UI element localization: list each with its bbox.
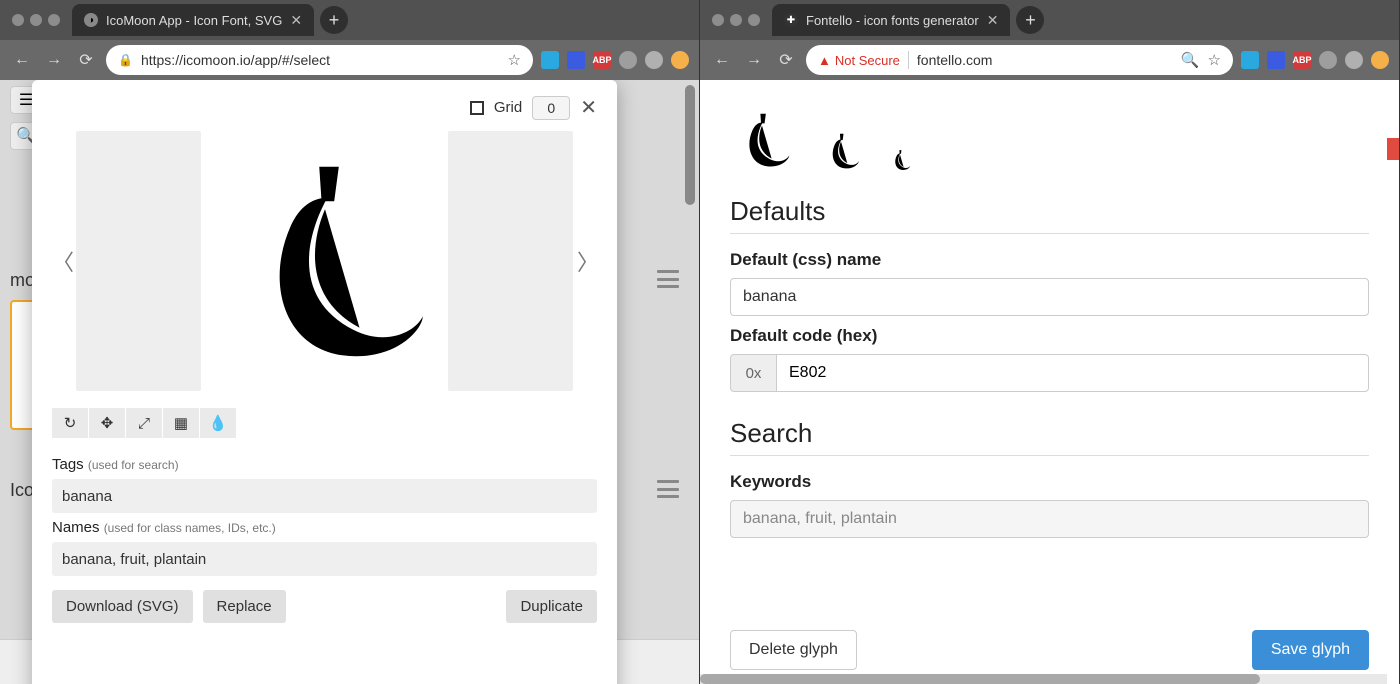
not-secure-label: ▲ Not Secure	[818, 53, 900, 68]
extension-icon[interactable]	[1319, 51, 1337, 69]
titlebar: ✚ Fontello - icon fonts generator ✕ +	[700, 0, 1399, 40]
preview-panel-left	[76, 131, 201, 391]
edit-tools: ↻ ✥ ⤢ ▦ 💧	[52, 408, 597, 438]
names-label: Names (used for class names, IDs, etc.)	[52, 519, 597, 536]
close-tab-icon[interactable]: ✕	[987, 12, 999, 29]
horizontal-scrollbar[interactable]	[700, 674, 1387, 684]
keywords-label: Keywords	[730, 472, 1369, 492]
background-strip	[1387, 138, 1399, 160]
extension-icon[interactable]	[1267, 51, 1285, 69]
window-controls[interactable]	[712, 14, 760, 26]
replace-button[interactable]: Replace	[203, 590, 286, 623]
browser-toolbar: ← → ⟳ 🔒 https://icomoon.io/app/#/select …	[0, 40, 699, 80]
titlebar: ◑ IcoMoon App - Icon Font, SVG ✕ +	[0, 0, 699, 40]
color-icon[interactable]: 💧	[200, 408, 236, 438]
new-tab-button[interactable]: +	[320, 6, 348, 34]
scale-icon[interactable]: ⤢	[126, 408, 162, 438]
scrollbar-thumb[interactable]	[700, 674, 1260, 684]
extension-icon[interactable]	[541, 51, 559, 69]
forward-button[interactable]: →	[42, 48, 66, 72]
url-text: https://icomoon.io/app/#/select	[141, 52, 500, 68]
fontello-window: ✚ Fontello - icon fonts generator ✕ + ← …	[700, 0, 1400, 684]
banana-icon-small	[888, 148, 912, 172]
address-bar[interactable]: 🔒 https://icomoon.io/app/#/select ☆	[106, 45, 533, 75]
code-label: Default code (hex)	[730, 326, 1369, 346]
delete-glyph-button[interactable]: Delete glyph	[730, 630, 857, 670]
fontello-glyph-panel: Defaults Default (css) name Default code…	[700, 80, 1399, 684]
keywords-input[interactable]	[730, 500, 1369, 538]
back-button[interactable]: ←	[10, 48, 34, 72]
search-heading: Search	[730, 418, 1369, 456]
abp-icon[interactable]: ABP	[1293, 51, 1311, 69]
back-button[interactable]: ←	[710, 48, 734, 72]
grid-checkbox[interactable]	[470, 101, 484, 115]
divider	[908, 51, 909, 69]
browser-tab[interactable]: ✚ Fontello - icon fonts generator ✕	[772, 4, 1010, 36]
close-modal-icon[interactable]: ✕	[580, 95, 597, 120]
icon-canvas[interactable]	[205, 131, 445, 391]
close-tab-icon[interactable]: ✕	[290, 12, 302, 29]
browser-toolbar: ← → ⟳ ▲ Not Secure fontello.com 🔍 ☆ ABP	[700, 40, 1399, 80]
icon-sizes-preview	[730, 108, 1369, 172]
code-input[interactable]	[776, 354, 1369, 392]
preview-panel-right	[448, 131, 573, 391]
favicon-icon: ◑	[84, 13, 98, 27]
tags-label: Tags (used for search)	[52, 456, 597, 473]
save-glyph-button[interactable]: Save glyph	[1252, 630, 1369, 670]
tab-title: IcoMoon App - Icon Font, SVG	[106, 13, 282, 28]
grid-label: Grid	[494, 99, 522, 116]
canvas-icon[interactable]: ▦	[163, 408, 199, 438]
prev-icon-button[interactable]: 〈	[52, 245, 72, 277]
css-name-input[interactable]	[730, 278, 1369, 316]
bookmark-icon[interactable]: ☆	[508, 51, 521, 69]
move-icon[interactable]: ✥	[89, 408, 125, 438]
extension-icon[interactable]	[1345, 51, 1363, 69]
icon-preview: 〈 〉	[52, 126, 597, 396]
bg-label: Ico	[10, 480, 34, 501]
extension-icon[interactable]	[619, 51, 637, 69]
download-svg-button[interactable]: Download (SVG)	[52, 590, 193, 623]
new-tab-button[interactable]: +	[1016, 6, 1044, 34]
extension-icon[interactable]	[645, 51, 663, 69]
address-bar[interactable]: ▲ Not Secure fontello.com 🔍 ☆	[806, 45, 1233, 75]
extensions: ABP	[541, 51, 689, 69]
favicon-icon: ✚	[784, 13, 798, 27]
banana-icon-large	[730, 108, 794, 172]
bookmark-icon[interactable]: ☆	[1208, 51, 1221, 69]
profile-icon[interactable]	[671, 51, 689, 69]
set-menu-icon[interactable]	[657, 480, 679, 498]
css-name-label: Default (css) name	[730, 250, 1369, 270]
extension-icon[interactable]	[1241, 51, 1259, 69]
scrollbar[interactable]	[685, 85, 695, 205]
names-input[interactable]	[52, 542, 597, 576]
banana-icon-medium	[820, 130, 862, 172]
extension-icon[interactable]	[567, 51, 585, 69]
page-content: Defaults Default (css) name Default code…	[700, 80, 1399, 684]
page-content: ☰ 🔍 mo Ico 🖼SVG & More Selection Font F …	[0, 80, 699, 684]
extensions: ABP	[1241, 51, 1389, 69]
tab-title: Fontello - icon fonts generator	[806, 13, 979, 28]
icomoon-window: ◑ IcoMoon App - Icon Font, SVG ✕ + ← → ⟳…	[0, 0, 700, 684]
reload-button[interactable]: ⟳	[74, 48, 98, 72]
browser-tab[interactable]: ◑ IcoMoon App - Icon Font, SVG ✕	[72, 4, 314, 36]
search-in-page-icon[interactable]: 🔍	[1181, 51, 1200, 69]
lock-icon: 🔒	[118, 53, 133, 67]
hex-prefix: 0x	[730, 354, 776, 392]
rotate-icon[interactable]: ↻	[52, 408, 88, 438]
window-controls[interactable]	[12, 14, 60, 26]
defaults-heading: Defaults	[730, 196, 1369, 234]
glyph-editor-modal: Grid 0 ✕ 〈 〉 ↻ ✥ ⤢ ▦ 💧 Tags (used for s	[32, 80, 617, 684]
abp-icon[interactable]: ABP	[593, 51, 611, 69]
profile-icon[interactable]	[1371, 51, 1389, 69]
grid-value-input[interactable]: 0	[532, 96, 570, 120]
duplicate-button[interactable]: Duplicate	[506, 590, 597, 623]
tags-input[interactable]	[52, 479, 597, 513]
set-menu-icon[interactable]	[657, 270, 679, 288]
next-icon-button[interactable]: 〉	[577, 245, 597, 277]
reload-button[interactable]: ⟳	[774, 48, 798, 72]
url-text: fontello.com	[917, 52, 1173, 68]
forward-button[interactable]: →	[742, 48, 766, 72]
